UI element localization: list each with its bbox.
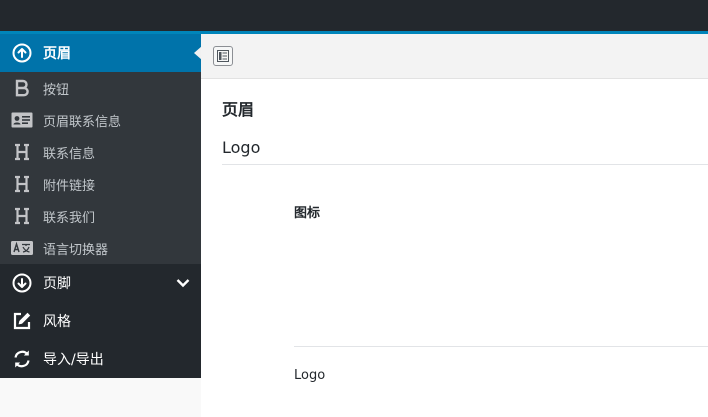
translate-icon [11, 237, 33, 259]
submenu-item-label: 联系信息 [43, 146, 96, 162]
submenu-item-language-switcher[interactable]: 语言切换器 [0, 232, 201, 264]
section-heading: Logo [222, 138, 261, 157]
submenu-item-label: 附件链接 [43, 178, 96, 194]
divider [294, 346, 708, 347]
submenu: 按钮 页眉联系信息 联系信息 附件链接 联系我们 语言切换器 [0, 72, 201, 264]
sidebar-item-header[interactable]: 页眉 [0, 34, 202, 72]
bold-b-icon [11, 77, 33, 99]
sidebar-item-import-export[interactable]: 导入/导出 [0, 340, 201, 378]
lower-menu: 页脚 风格 导入/导出 [0, 264, 201, 378]
arrow-down-circle-icon [11, 272, 33, 294]
submenu-item-label: 联系我们 [43, 210, 96, 226]
page-title: 页眉 [222, 100, 255, 119]
arrow-up-circle-icon [11, 42, 33, 64]
sidebar-item-label: 风格 [43, 314, 71, 330]
submenu-item-header-contact[interactable]: 页眉联系信息 [0, 104, 201, 136]
heading-h-icon [11, 205, 33, 227]
submenu-item-buttons[interactable]: 按钮 [0, 72, 201, 104]
panel-toolbar [201, 34, 708, 79]
sidebar-empty-area [0, 378, 201, 417]
submenu-item-label: 按钮 [43, 82, 70, 98]
heading-h-icon [11, 173, 33, 195]
heading-h-icon [11, 141, 33, 163]
id-card-icon [11, 109, 33, 131]
field-label-icon: 图标 [294, 206, 321, 221]
sidebar-item-label: 导入/导出 [43, 352, 104, 368]
edit-icon [11, 310, 33, 332]
submenu-item-label: 语言切换器 [43, 242, 109, 258]
field-label-logo: Logo [294, 368, 326, 383]
toggle-panel-button[interactable] [213, 46, 233, 66]
divider [222, 164, 708, 165]
main-content: 页眉 Logo 图标 Logo [201, 34, 708, 417]
sidebar-item-label: 页眉 [43, 46, 71, 62]
sidebar-item-footer[interactable]: 页脚 [0, 264, 201, 302]
admin-top-bar [0, 0, 708, 31]
chevron-down-icon[interactable] [175, 275, 191, 291]
submenu-item-attachment-links[interactable]: 附件链接 [0, 168, 201, 200]
panel-layout-icon [217, 50, 229, 62]
sidebar-item-style[interactable]: 风格 [0, 302, 201, 340]
sidebar-item-label: 页脚 [43, 276, 71, 292]
sync-icon [11, 348, 33, 370]
sidebar: 页眉 按钮 页眉联系信息 联系信息 附件链接 联系我们 语言切换器 页脚 风格 … [0, 34, 202, 378]
submenu-item-contact-info[interactable]: 联系信息 [0, 136, 201, 168]
submenu-item-contact-us[interactable]: 联系我们 [0, 200, 201, 232]
submenu-item-label: 页眉联系信息 [43, 114, 122, 130]
